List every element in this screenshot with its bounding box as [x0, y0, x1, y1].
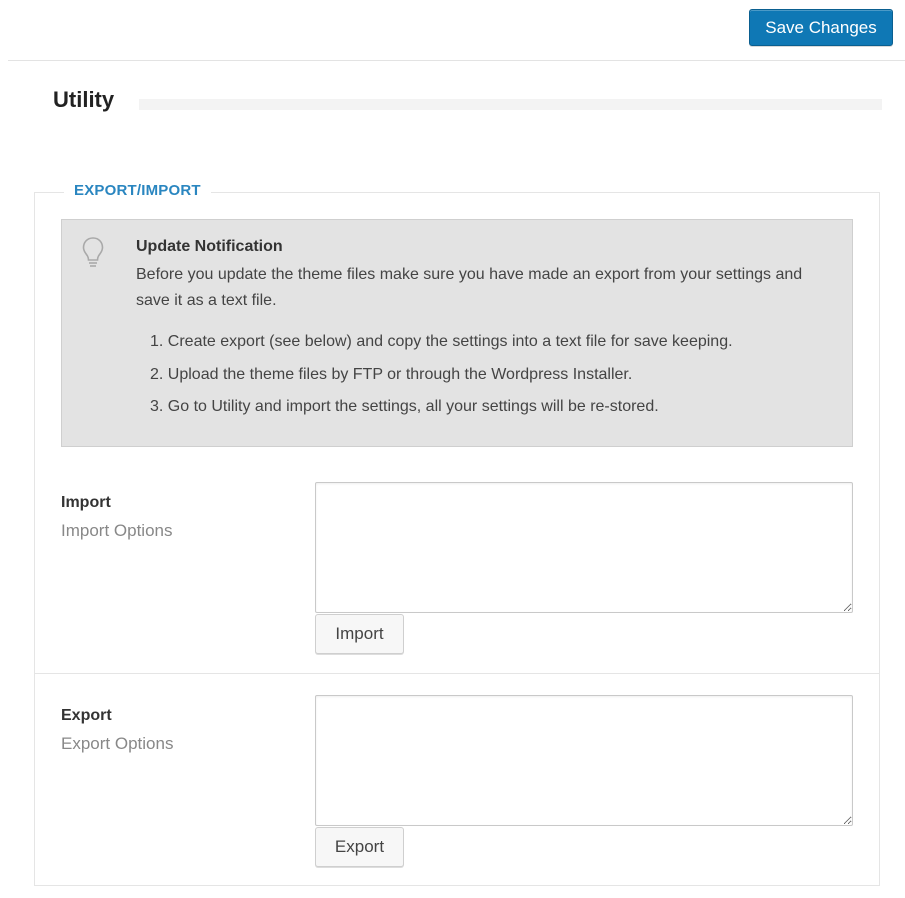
list-item: 2. Upload the theme files by FTP or thro…: [150, 365, 633, 383]
section-divider: [35, 673, 879, 674]
notification-title: Update Notification: [136, 238, 283, 255]
save-changes-button[interactable]: Save Changes: [749, 9, 893, 46]
list-item: 1. Create export (see below) and copy th…: [150, 333, 733, 350]
section-legend: EXPORT/IMPORT: [64, 182, 211, 199]
page-title: Utility: [53, 87, 115, 112]
export-button[interactable]: Export: [315, 827, 404, 867]
title-divider: [139, 99, 882, 110]
import-button[interactable]: Import: [315, 614, 404, 654]
export-description: Export Options: [61, 734, 174, 753]
list-item: 3. Go to Utility and import the settings…: [150, 398, 659, 415]
notification-steps: 1. Create export (see below) and copy th…: [150, 329, 733, 427]
import-description: Import Options: [61, 521, 173, 540]
export-textarea[interactable]: [315, 695, 853, 826]
lightbulb-icon: [82, 237, 104, 267]
import-textarea[interactable]: [315, 482, 853, 613]
update-notification: Update Notification Before you update th…: [61, 219, 853, 447]
notification-text: Before you update the theme files make s…: [136, 266, 803, 309]
export-label: Export: [61, 707, 112, 724]
import-label: Import: [61, 494, 111, 511]
